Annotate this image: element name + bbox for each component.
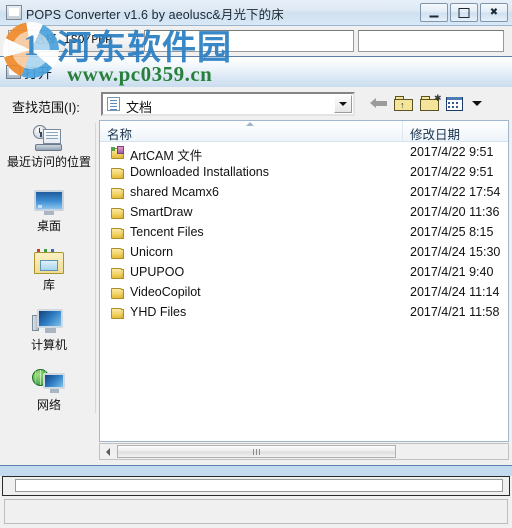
place-libraries[interactable]: 库 [2,248,96,292]
folder-icon [110,166,126,180]
scrollbar-thumb[interactable] [117,445,396,458]
scrollbar-grip-icon [252,449,254,455]
table-row[interactable]: ArtCAM 文件 2017/4/22 9:51 [100,143,508,163]
file-date: 2017/4/22 9:51 [410,145,494,159]
file-date: 2017/4/24 15:30 [410,245,501,259]
column-header-date-modified[interactable]: 修改日期 [403,121,508,142]
table-row[interactable]: Unicorn 2017/4/24 15:30 [100,243,508,263]
place-label: 最近访问的位置 [6,155,91,169]
iso-path-input[interactable] [144,30,354,52]
folder-icon [110,286,126,300]
folder-icon [110,246,126,260]
maximize-button[interactable] [450,3,478,22]
file-date: 2017/4/21 9:40 [410,265,494,279]
folder-icon [110,186,126,200]
document-icon [107,97,120,111]
dialog-nav-toolbar: ↑ ✱ [370,94,482,111]
table-row[interactable]: UPUPOO 2017/4/21 9:40 [100,263,508,283]
file-date: 2017/4/22 17:54 [410,185,501,199]
folder-icon [110,226,126,240]
file-date: 2017/4/25 8:15 [410,225,494,239]
select-iso-pbp-button[interactable]: 选择 ISO/PBP [8,30,138,52]
window-controls: ✖ [420,3,508,22]
file-name: YHD Files [130,305,187,319]
dialog-titlebar: 打开 [0,57,512,87]
computer-icon [32,308,66,338]
column-header-name[interactable]: 名称 [100,121,403,142]
app-title: POPS Converter v1.6 by aeolusc&月光下的床 [26,8,284,22]
table-row[interactable]: SmartDraw 2017/4/20 11:36 [100,203,508,223]
folder-icon [110,266,126,280]
app-output-field-frame [2,476,510,496]
app-output-input[interactable] [15,479,503,492]
file-name: shared Mcamx6 [130,185,219,199]
file-name: SmartDraw [130,205,193,219]
file-list-rows: ArtCAM 文件 2017/4/22 9:51 Downloaded Inst… [100,143,508,323]
table-row[interactable]: YHD Files 2017/4/21 11:58 [100,303,508,323]
open-file-dialog: 打开 查找范围(I): 文档 ↑ ✱ 最近访问的位置 桌面 库 计算机 网络 名… [0,56,512,466]
column-header-label: 名称 [107,128,133,142]
recent-places-icon [32,125,66,155]
network-icon [32,368,66,398]
app-status-panel [4,499,508,524]
scroll-left-button[interactable] [100,444,116,459]
place-network[interactable]: 网络 [2,368,96,412]
dialog-title: 打开 [24,65,52,81]
close-button[interactable]: ✖ [480,3,508,22]
libraries-icon [32,248,66,278]
folder-icon [110,206,126,220]
place-computer[interactable]: 计算机 [2,308,96,352]
application-window: POPS Converter v1.6 by aeolusc&月光下的床 ✖ 选… [0,0,512,528]
separator [0,466,512,476]
app-titlebar: POPS Converter v1.6 by aeolusc&月光下的床 ✖ [0,0,512,26]
file-list-view[interactable]: 名称 修改日期 ArtCAM 文件 2017/4/22 9:51 Downloa… [99,120,509,442]
place-desktop[interactable]: 桌面 [2,189,96,233]
iso-path-input-secondary[interactable] [358,30,504,52]
app-lower-region [0,466,512,528]
lookin-combobox[interactable]: 文档 [101,92,355,116]
place-label: 库 [42,278,55,292]
views-icon[interactable] [446,96,464,111]
file-name: Downloaded Installations [130,165,269,179]
back-arrow-icon[interactable] [370,97,387,109]
special-folder-icon [110,146,126,160]
lookin-label: 查找范围(I): [12,100,80,115]
new-folder-icon[interactable]: ✱ [420,94,442,111]
file-list-horizontal-scrollbar[interactable] [99,443,509,460]
app-window-icon [6,5,22,20]
places-bar: 最近访问的位置 桌面 库 计算机 网络 [2,123,96,413]
views-chevron-down-icon[interactable] [472,100,482,106]
table-row[interactable]: shared Mcamx6 2017/4/22 17:54 [100,183,508,203]
file-date: 2017/4/20 11:36 [410,205,500,219]
column-header-label: 修改日期 [410,128,461,142]
chevron-down-icon[interactable] [334,95,352,113]
table-row[interactable]: Downloaded Installations 2017/4/22 9:51 [100,163,508,183]
file-date: 2017/4/22 9:51 [410,165,494,179]
desktop-icon [32,189,66,219]
place-label: 计算机 [30,338,67,352]
file-date: 2017/4/24 11:14 [410,285,500,299]
lookin-value: 文档 [126,100,153,115]
sort-ascending-icon [246,122,254,126]
table-row[interactable]: VideoCopilot 2017/4/24 11:14 [100,283,508,303]
minimize-button[interactable] [420,3,448,22]
file-list-header: 名称 修改日期 [100,121,508,142]
up-one-level-icon[interactable]: ↑ [394,95,413,111]
folder-icon [110,306,126,320]
file-name: VideoCopilot [130,285,201,299]
place-label: 网络 [36,398,61,412]
file-date: 2017/4/21 11:58 [410,305,500,319]
table-row[interactable]: Tencent Files 2017/4/25 8:15 [100,223,508,243]
file-name: Unicorn [130,245,174,259]
place-recent-locations[interactable]: 最近访问的位置 [2,125,96,169]
place-label: 桌面 [36,219,61,233]
file-name: UPUPOO [130,265,185,279]
file-name: ArtCAM 文件 [130,149,203,163]
file-name: Tencent Files [130,225,204,239]
lookin-row: 查找范围(I): 文档 ↑ ✱ [0,89,512,121]
dialog-window-icon [6,65,21,79]
